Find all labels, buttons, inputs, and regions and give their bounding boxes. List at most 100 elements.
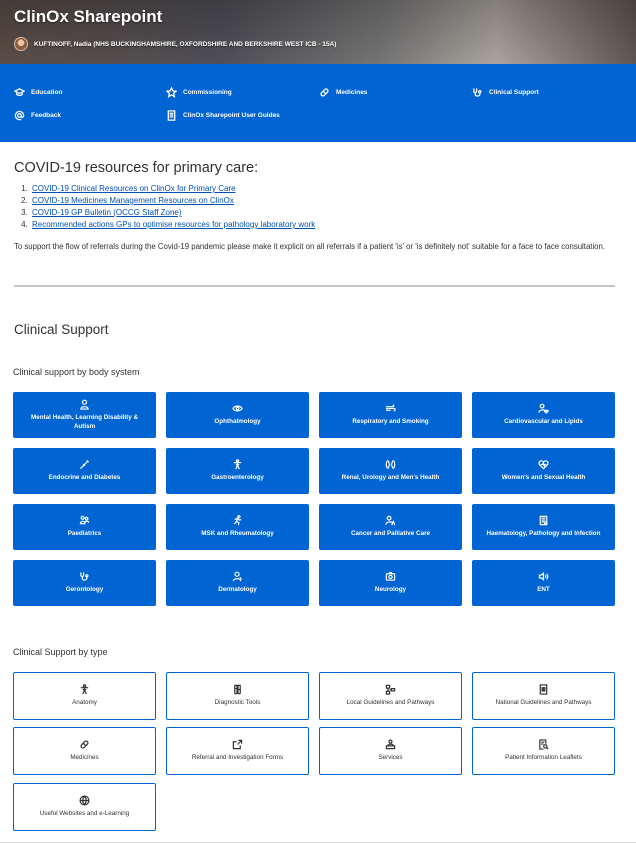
document-icon (539, 684, 548, 695)
covid-link[interactable]: COVID-19 Clinical Resources on ClinOx fo… (32, 184, 236, 193)
heart-icon (538, 460, 549, 470)
nav-item-commissioning[interactable]: Commissioning (166, 87, 232, 98)
tile-respiratory[interactable]: Respiratory and Smoking (319, 392, 462, 438)
tile-ophthalmology[interactable]: Ophthalmology (166, 392, 309, 438)
children-icon (79, 515, 90, 525)
covid-referral-note: To support the flow of referrals during … (14, 242, 606, 251)
tile-label: Medicines (70, 754, 99, 762)
tile-services[interactable]: Services (319, 727, 462, 775)
stethoscope-icon (473, 88, 482, 97)
tile-label: Services (378, 754, 403, 762)
covid-link[interactable]: COVID-19 Medicines Management Resources … (32, 196, 234, 205)
tile-national-guidelines[interactable]: National Guidelines and Pathways (472, 672, 615, 720)
clipboard-icon (539, 516, 548, 526)
camera-icon (385, 572, 396, 582)
at-sign-icon (14, 110, 25, 121)
quick-links-nav: Education Commissioning Medicines Clinic… (0, 64, 636, 142)
tile-gastroenterology[interactable]: Gastroenterology (166, 448, 309, 494)
nav-item-label: Education (31, 89, 63, 96)
tile-label: National Guidelines and Pathways (495, 699, 592, 707)
tile-medicines[interactable]: Medicines (13, 727, 156, 775)
user-row: KUFTINOFF, Nadia (NHS BUCKINGHAMSHIRE, O… (14, 37, 336, 51)
nav-item-user-guides[interactable]: ClinOx Sharepoint User Guides (166, 110, 280, 121)
section-divider (14, 285, 615, 287)
tile-label: Local Guidelines and Pathways (346, 699, 435, 707)
tile-label: Paediatrics (67, 530, 102, 538)
globe-icon (79, 795, 90, 806)
tile-neurology[interactable]: Neurology (319, 560, 462, 606)
covid-section-title: COVID-19 resources for primary care: (14, 160, 259, 176)
tile-msk[interactable]: MSK and Rheumatology (166, 504, 309, 550)
tile-cardiovascular[interactable]: Cardiovascular and Lipids (472, 392, 615, 438)
speaker-icon (538, 572, 549, 582)
nav-item-label: Commissioning (183, 89, 232, 96)
tile-label: Dermatology (218, 586, 257, 594)
nav-item-label: Clinical Support (489, 89, 539, 96)
avatar[interactable] (14, 37, 28, 51)
tile-haematology[interactable]: Haematology, Pathology and Infection (472, 504, 615, 550)
tile-label: MSK and Rheumatology (201, 530, 274, 538)
tile-label: Gerontology (65, 586, 104, 594)
graduation-cap-icon (14, 88, 25, 97)
test-tubes-icon (234, 685, 241, 695)
person-ribbon-icon (385, 516, 396, 526)
document-search-icon (539, 739, 549, 750)
tile-label: Patient Information Leaflets (505, 754, 582, 762)
tile-cancer[interactable]: Cancer and Palliative Care (319, 504, 462, 550)
tile-label: Ophthalmology (214, 418, 261, 426)
tile-patient-leaflets[interactable]: Patient Information Leaflets (472, 727, 615, 775)
page-bottom-border (0, 842, 636, 843)
list-item: COVID-19 Clinical Resources on ClinOx fo… (30, 183, 315, 195)
stethoscope-icon (80, 572, 89, 581)
tile-gerontology[interactable]: Gerontology (13, 560, 156, 606)
person-icon (80, 399, 89, 410)
tile-dermatology[interactable]: Dermatology (166, 560, 309, 606)
tile-label: Anatomy (72, 699, 97, 707)
covid-link[interactable]: COVID-19 GP Bulletin (OCCG Staff Zone) (32, 208, 182, 217)
nav-item-label: ClinOx Sharepoint User Guides (183, 112, 280, 119)
body-system-subtitle: Clinical support by body system (13, 367, 140, 377)
tile-useful-websites[interactable]: Useful Websites and e-Learning (13, 783, 156, 831)
tile-mental-health[interactable]: Mental Health, Learning Disability & Aut… (13, 392, 156, 438)
tile-label: Respiratory and Smoking (352, 418, 429, 426)
running-icon (233, 515, 242, 526)
covid-link[interactable]: Recommended actions GPs to optimise reso… (32, 220, 315, 229)
person-icon (232, 571, 243, 582)
person-desk-icon (385, 739, 396, 750)
person-heart-icon (538, 404, 549, 415)
by-type-subtitle: Clinical Support by type (13, 647, 108, 657)
tile-endocrine[interactable]: Endocrine and Diabetes (13, 448, 156, 494)
flowchart-icon (385, 685, 396, 695)
tile-label: Diagnostic Tools (214, 699, 261, 707)
tile-referral-forms[interactable]: Referral and Investigation Forms (166, 727, 309, 775)
syringe-icon (79, 460, 90, 470)
eye-icon (232, 405, 243, 412)
tile-label: Cancer and Palliative Care (350, 530, 431, 538)
clinical-support-title: Clinical Support (14, 322, 109, 337)
tile-label: Useful Websites and e-Learning (39, 810, 130, 818)
lungs-icon (385, 404, 396, 412)
tile-renal[interactable]: Renal, Urology and Men's Health (319, 448, 462, 494)
body-icon (80, 684, 89, 695)
nav-item-education[interactable]: Education (14, 87, 62, 98)
tile-womens-health[interactable]: Women's and Sexual Health (472, 448, 615, 494)
document-icon (167, 110, 176, 121)
tile-label: Haematology, Pathology and Infection (486, 530, 601, 538)
nav-item-label: Feedback (31, 112, 61, 119)
list-item: Recommended actions GPs to optimise reso… (30, 219, 315, 231)
site-title[interactable]: ClinOx Sharepoint (14, 7, 162, 27)
nav-item-feedback[interactable]: Feedback (14, 110, 61, 121)
nav-item-medicines[interactable]: Medicines (319, 87, 367, 98)
tile-paediatrics[interactable]: Paediatrics (13, 504, 156, 550)
nav-item-clinical-support[interactable]: Clinical Support (472, 87, 539, 98)
tile-local-guidelines[interactable]: Local Guidelines and Pathways (319, 672, 462, 720)
tile-diagnostic-tools[interactable]: Diagnostic Tools (166, 672, 309, 720)
nav-item-label: Medicines (336, 89, 368, 96)
pill-icon (80, 740, 89, 749)
covid-links-list: COVID-19 Clinical Resources on ClinOx fo… (30, 183, 315, 231)
tile-label: Mental Health, Learning Disability & Aut… (30, 414, 139, 430)
share-icon (232, 740, 243, 750)
user-name: KUFTINOFF, Nadia (NHS BUCKINGHAMSHIRE, O… (34, 40, 337, 48)
tile-anatomy[interactable]: Anatomy (13, 672, 156, 720)
tile-ent[interactable]: ENT (472, 560, 615, 606)
